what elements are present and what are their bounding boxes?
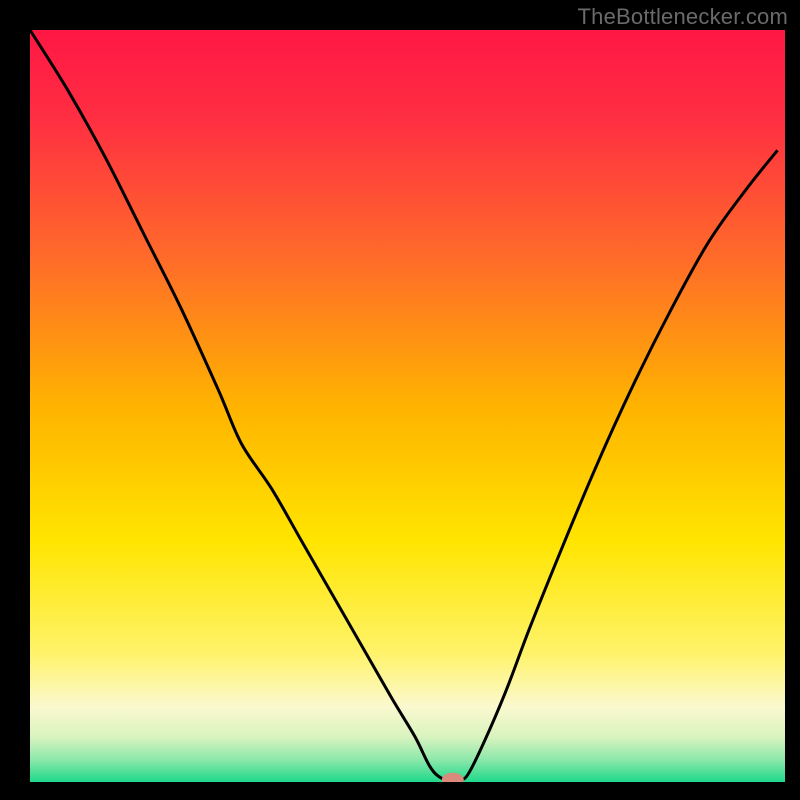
watermark-text: TheBottleneсker.com	[578, 4, 788, 30]
bottleneck-chart	[0, 0, 800, 800]
minimum-marker	[442, 773, 464, 787]
gradient-background	[30, 30, 785, 782]
chart-frame	[0, 0, 800, 800]
